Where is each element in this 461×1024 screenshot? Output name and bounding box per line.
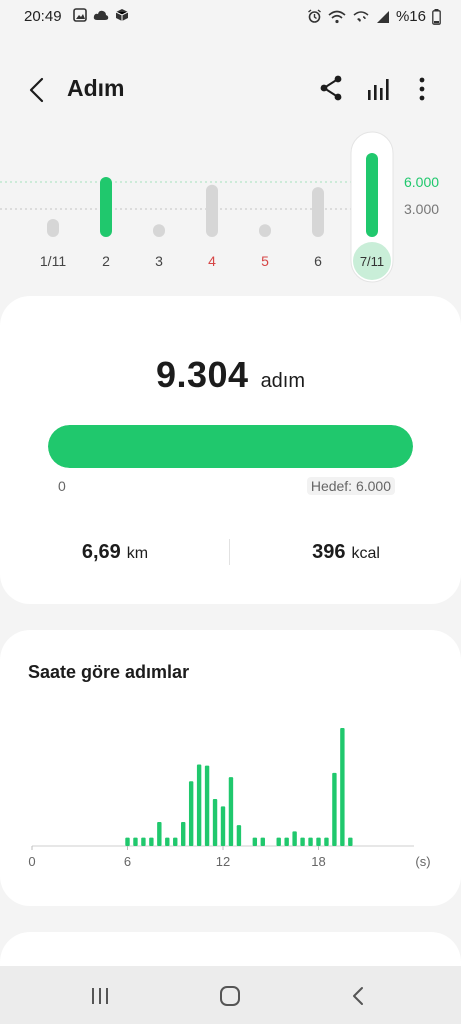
goal-axis-label: 6.000 (404, 174, 439, 190)
battery-percent: %16 (395, 8, 426, 25)
hour-bar (252, 837, 258, 846)
hour-bar (196, 764, 202, 846)
page-title: Adım (67, 75, 125, 101)
hour-bar (348, 837, 353, 846)
hourly-title: Saate göre adımlar (28, 662, 190, 682)
hour-bar (308, 837, 313, 846)
x-tick-label: 6 (124, 854, 131, 869)
x-tick-label: 0 (28, 854, 35, 869)
day-bar (100, 177, 112, 237)
day-bar (312, 187, 324, 237)
status-icons-left (73, 8, 129, 22)
calorie-value: 396 (312, 541, 346, 563)
hour-bar (125, 837, 130, 846)
week-chart-svg[interactable]: 6.0003.000311/11234567/11 (0, 128, 461, 288)
hour-bar (276, 837, 281, 846)
week-chart[interactable]: 6.0003.000311/11234567/11 (0, 128, 461, 288)
distance-value: 6,69 (81, 541, 121, 563)
day-bar (47, 219, 59, 237)
wifi-call-icon (353, 10, 369, 22)
progress-fill (48, 425, 413, 468)
hourly-steps-card[interactable]: Saate göre adımlar 0 6 12 18 (s) (0, 630, 461, 906)
hour-bar (149, 837, 154, 846)
hour-bar (157, 821, 162, 846)
hour-bar (165, 837, 170, 846)
day-label: 5 (261, 253, 269, 269)
hour-bar (300, 837, 305, 846)
status-bar: 20:49 %16 (0, 0, 461, 34)
calorie-unit: kcal (351, 545, 380, 562)
steps-unit: adım (260, 370, 306, 392)
hour-bar (181, 821, 186, 846)
hour-bar (220, 806, 226, 846)
steps-row: 9.304 adım (0, 354, 461, 396)
x-tick-label: 18 (311, 854, 325, 869)
progress-bar (48, 425, 413, 468)
back-button[interactable] (22, 74, 54, 106)
signal-icon (376, 10, 389, 23)
distance-unit: km (126, 545, 149, 562)
steps-value: 9.304 (155, 354, 249, 395)
navigation-bar (0, 966, 461, 1024)
day-bar (206, 184, 218, 237)
day-label: 1/11 (40, 253, 66, 269)
hour-bar (292, 831, 297, 846)
day-bar-5[interactable]: 5 (259, 224, 271, 269)
hour-bar (340, 728, 345, 846)
progress-min-label: 0 (58, 478, 66, 494)
day-bar (366, 153, 378, 237)
day-label: 4 (208, 253, 216, 269)
day-label: 7/11 (360, 254, 384, 269)
day-bar-3[interactable]: 3 (153, 224, 165, 269)
goal-label: Hedef: 6.000 (306, 477, 395, 495)
hour-bar (228, 777, 234, 846)
summary-card: 9.304 adım 0 Hedef: 6.000 6,69 km 396 kcal (0, 296, 461, 604)
hour-bar (173, 837, 178, 846)
alarm-icon (308, 9, 321, 23)
hour-bar (188, 781, 194, 846)
hour-bar (316, 837, 321, 846)
cloud-icon (93, 10, 109, 20)
hour-bar (204, 765, 210, 846)
day-bar (153, 224, 165, 237)
back-nav-icon[interactable] (345, 982, 373, 1010)
more-vert-icon[interactable] (412, 74, 432, 104)
status-icons-right: %16 (307, 8, 441, 25)
distance-metric: 6,69 km (0, 541, 230, 564)
x-tick-label: 12 (216, 854, 230, 869)
hourly-chart: 0 6 12 18 (s) (28, 728, 431, 869)
day-bar-7-11[interactable]: 7/11 (350, 131, 394, 283)
home-icon[interactable] (216, 982, 244, 1010)
day-bar-6[interactable]: 6 (312, 187, 324, 269)
x-tick-label: (s) (415, 854, 430, 869)
hour-bar (236, 825, 242, 846)
status-time: 20:49 (24, 8, 62, 25)
hour-bar (133, 837, 138, 846)
hour-bar (332, 772, 337, 846)
hour-bar (284, 837, 289, 846)
day-bar-2[interactable]: 2 (100, 177, 112, 269)
day-bar-1-11[interactable]: 1/11 (40, 219, 66, 269)
hour-bar (141, 837, 146, 846)
wifi-icon (328, 10, 346, 23)
image-icon (73, 8, 87, 22)
app-bar: Adım (0, 60, 461, 120)
day-bar-4[interactable]: 4 (206, 184, 218, 269)
recent-apps-icon[interactable] (86, 982, 114, 1010)
stats-icon[interactable] (366, 76, 392, 102)
day-label: 3 (155, 253, 163, 269)
day-bar (259, 224, 271, 237)
package-icon (115, 9, 129, 21)
day-label: 6 (314, 253, 322, 269)
day-label: 2 (102, 253, 110, 269)
hour-bar (260, 837, 265, 846)
battery-icon (432, 8, 441, 25)
share-icon[interactable] (318, 74, 344, 102)
calorie-metric: 396 kcal (231, 541, 461, 564)
hour-bar (324, 837, 329, 846)
mid-axis-label: 3.000 (404, 201, 439, 217)
hour-bar (212, 799, 218, 846)
